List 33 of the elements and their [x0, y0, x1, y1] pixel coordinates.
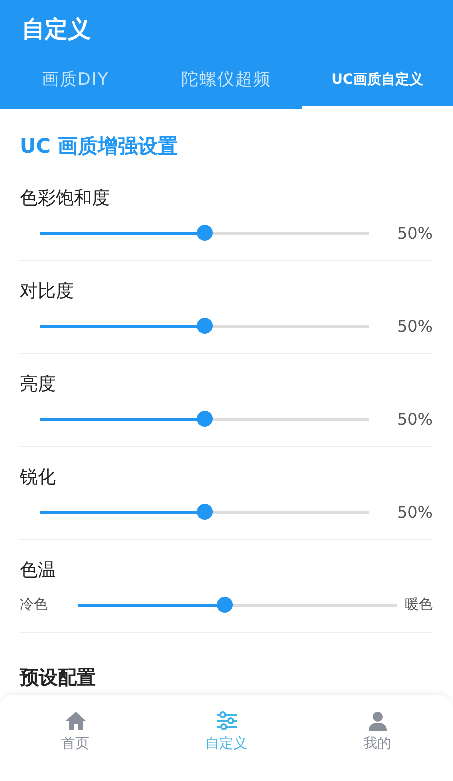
tab[interactable]: 画质DIY [0, 58, 151, 109]
slider-track[interactable] [40, 511, 369, 514]
nav-item[interactable]: 我的 [302, 695, 453, 781]
value-label: 50% [396, 410, 433, 428]
value-label: 50% [396, 316, 433, 336]
section-title: UC 画质增强设置 [20, 133, 179, 160]
section-title: 预设配置 [20, 667, 97, 689]
max-label: 暖色 [405, 596, 433, 614]
value-label: 50% [396, 224, 433, 242]
tab[interactable]: UC画质自定义 [302, 58, 453, 109]
min-label: 冷色 [20, 596, 48, 614]
slider-track[interactable] [40, 418, 369, 421]
home-icon [64, 711, 86, 731]
app-title: 自定义 [21, 16, 92, 45]
nav-item[interactable]: 首页 [0, 695, 151, 781]
setting-label: 亮度 [20, 373, 57, 396]
slider-track[interactable] [78, 604, 397, 607]
person-icon [368, 711, 388, 731]
value-label: 50% [396, 502, 433, 522]
slider-thumb[interactable] [196, 318, 212, 334]
slider-track[interactable] [40, 232, 369, 235]
slider-thumb[interactable] [196, 225, 212, 241]
setting-label: 对比度 [20, 280, 75, 303]
nav-item[interactable]: 自定义 [151, 695, 302, 781]
tab[interactable]: 陀螺仪超频 [151, 58, 302, 109]
setting-label: 锐化 [20, 466, 57, 489]
sliders-icon [216, 711, 238, 731]
slider-thumb[interactable] [196, 504, 212, 520]
setting-label: 色温 [20, 559, 57, 582]
setting-label: 色彩饱和度 [20, 187, 111, 210]
slider-thumb[interactable] [196, 411, 212, 427]
slider-thumb[interactable] [216, 597, 233, 613]
slider-track[interactable] [40, 325, 369, 328]
